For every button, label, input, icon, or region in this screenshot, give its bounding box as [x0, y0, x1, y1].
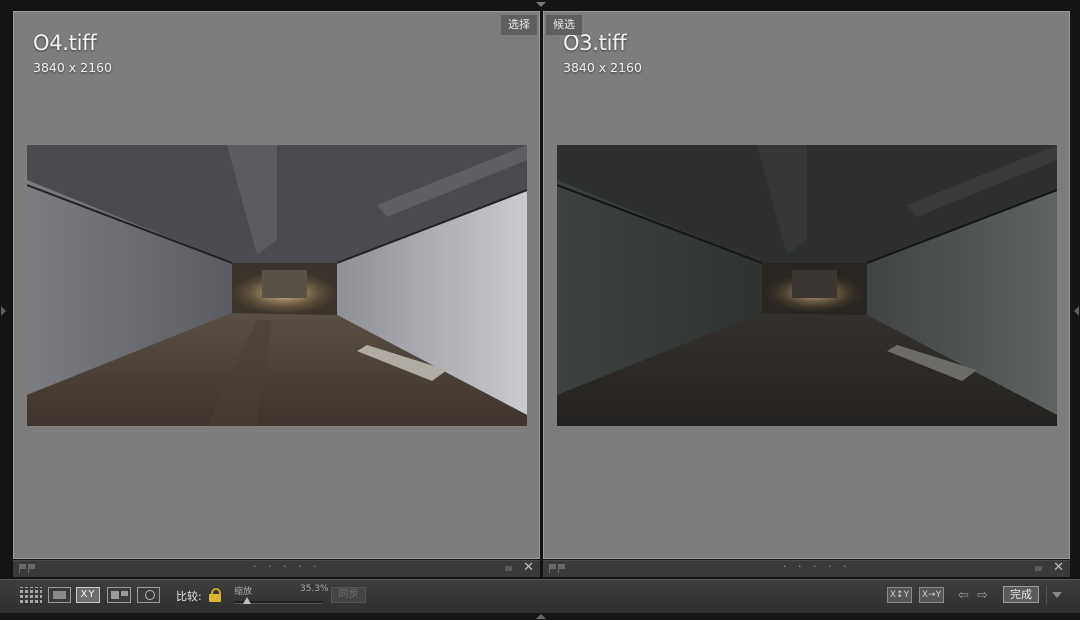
flag-icon[interactable]: [19, 564, 26, 573]
flag-icons[interactable]: [549, 564, 565, 573]
color-label-icon[interactable]: [505, 566, 512, 571]
close-icon[interactable]: ✕: [1053, 560, 1064, 575]
rating-dots[interactable]: · · · · ·: [253, 560, 320, 573]
select-pane[interactable]: O4.tiff 3840 x 2160 选择: [13, 11, 540, 559]
swap-button[interactable]: X↕Y: [887, 587, 912, 603]
rating-dots[interactable]: · · · · ·: [783, 560, 850, 573]
sync-button[interactable]: 同步: [331, 587, 366, 603]
make-select-button[interactable]: X→Y: [919, 587, 944, 603]
select-photo[interactable]: [27, 145, 527, 426]
loupe-view-icon[interactable]: [48, 587, 71, 603]
right-panel-toggle[interactable]: [1074, 306, 1079, 316]
lock-icon[interactable]: [208, 588, 222, 602]
toolbar-divider: [1046, 586, 1047, 604]
bottom-panel-toggle[interactable]: [536, 614, 546, 619]
zoom-slider-thumb[interactable]: [243, 597, 252, 604]
corridor-image: [27, 145, 527, 426]
flag-icon[interactable]: [28, 564, 35, 573]
flag-icon[interactable]: [549, 564, 556, 573]
previous-arrow-icon[interactable]: ⇦: [958, 588, 969, 603]
zoom-slider[interactable]: [234, 597, 322, 604]
corridor-image: [557, 145, 1057, 426]
bottom-toolbar: XY 比较: 缩放 35.3% 同步 X↕Y X→Y ⇦ ⇨ 完成: [0, 579, 1080, 613]
candidate-pane[interactable]: O3.tiff 3840 x 2160 候选: [543, 11, 1070, 559]
select-filename: O4.tiff: [33, 31, 97, 55]
select-dimensions: 3840 x 2160: [33, 60, 112, 75]
next-arrow-icon[interactable]: ⇨: [977, 588, 988, 603]
candidate-photo[interactable]: [557, 145, 1057, 426]
grid-view-icon[interactable]: [20, 587, 42, 603]
zoom-value: 35.3%: [300, 584, 329, 594]
select-pane-strip: · · · · · ✕: [13, 560, 540, 577]
compare-label: 比较:: [176, 590, 202, 603]
compare-view-icon[interactable]: XY: [76, 587, 100, 603]
left-panel-toggle[interactable]: [1, 306, 6, 316]
top-panel-toggle[interactable]: [536, 2, 546, 7]
candidate-dimensions: 3840 x 2160: [563, 60, 642, 75]
candidate-pane-strip: · · · · · ✕: [543, 560, 1070, 577]
zoom-label: 缩放: [234, 587, 253, 597]
color-label-icon[interactable]: [1035, 566, 1042, 571]
close-icon[interactable]: ✕: [523, 560, 534, 575]
candidate-tag: 候选: [546, 15, 582, 35]
select-tag: 选择: [501, 15, 537, 35]
flag-icon[interactable]: [558, 564, 565, 573]
flag-icons[interactable]: [19, 564, 35, 573]
survey-view-icon[interactable]: [107, 587, 131, 603]
people-view-icon[interactable]: [137, 587, 160, 603]
chevron-down-icon[interactable]: [1052, 592, 1062, 598]
done-button[interactable]: 完成: [1003, 586, 1039, 603]
